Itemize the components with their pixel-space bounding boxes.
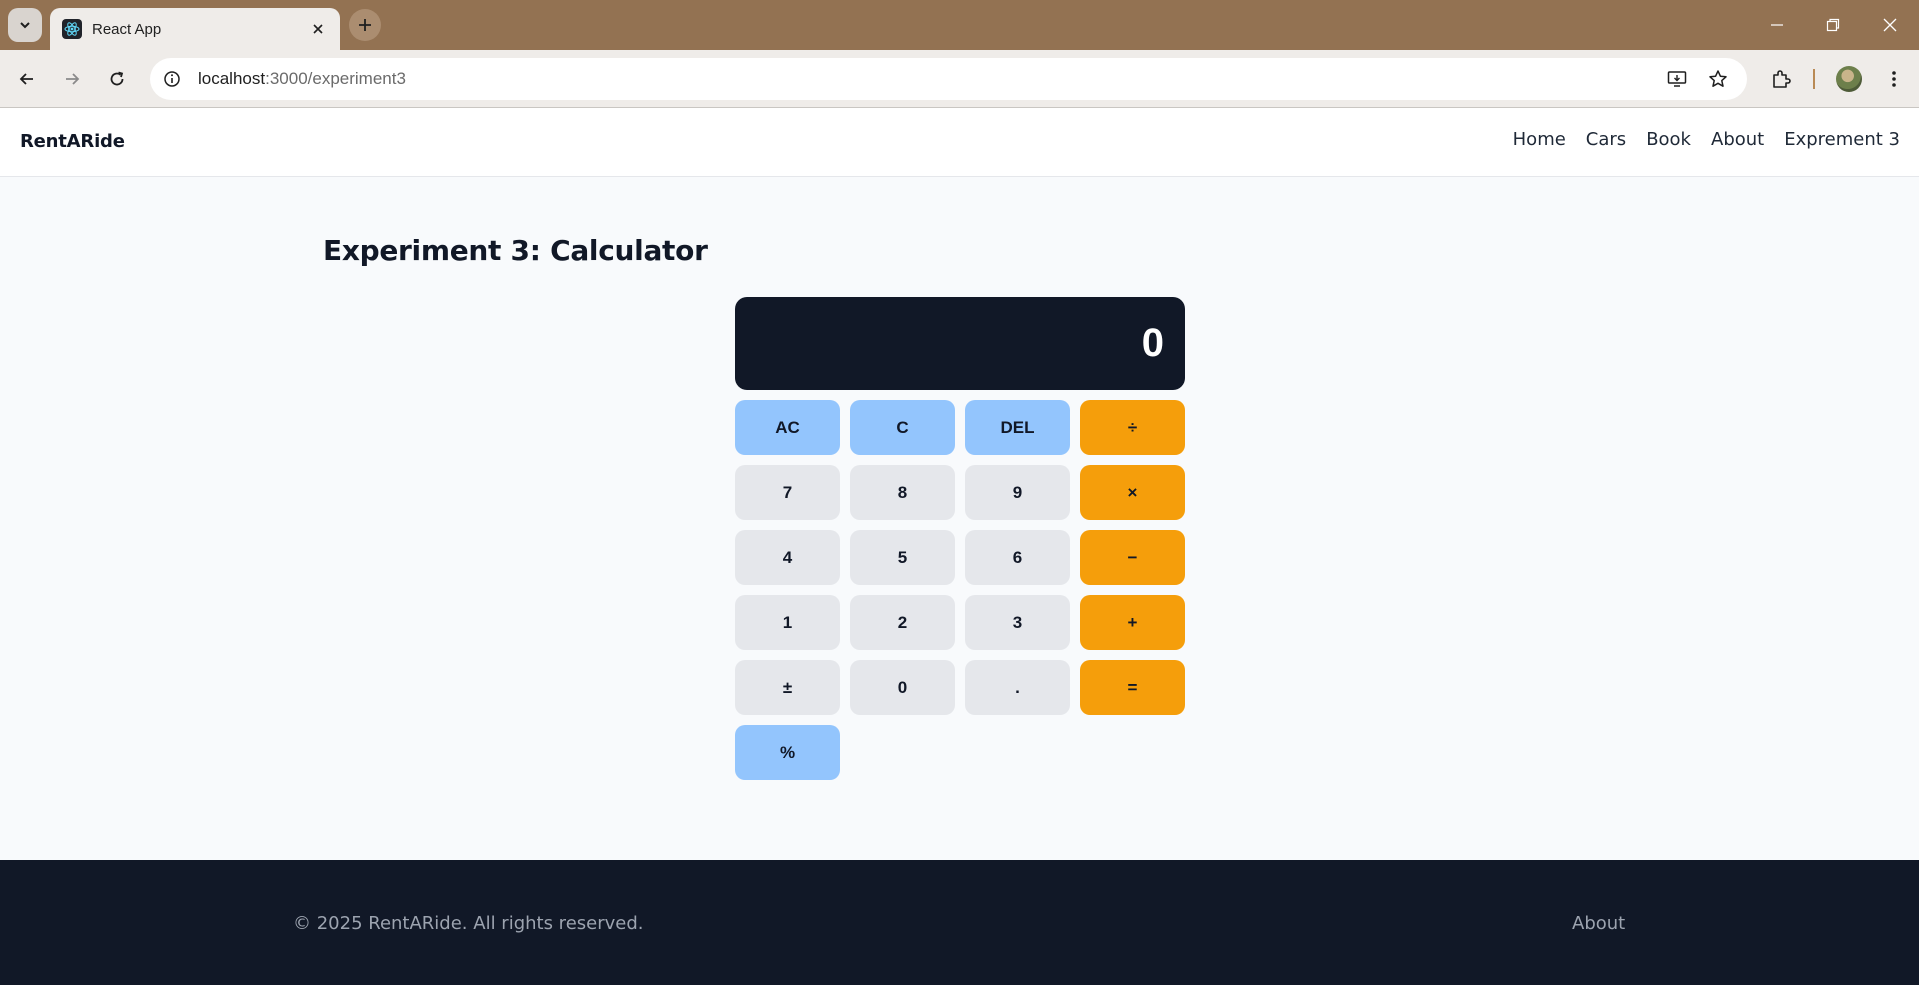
digit-5-button[interactable]: 5 [850,530,955,585]
nav-link-home[interactable]: Home [1513,129,1566,150]
delete-button[interactable]: DEL [965,400,1070,455]
reload-button[interactable] [100,62,134,96]
url-host: localhost [198,69,266,88]
divide-button[interactable]: ÷ [1080,400,1185,455]
main-nav: Home Cars Book About Exprement 3 [1513,129,1900,150]
multiply-button[interactable]: × [1080,465,1185,520]
digit-4-button[interactable]: 4 [735,530,840,585]
toolbar-divider [1813,69,1815,89]
site-info-icon[interactable] [159,66,185,92]
percent-button[interactable]: % [735,725,840,780]
profile-avatar[interactable] [1836,66,1862,92]
equals-button[interactable]: = [1080,660,1185,715]
digit-8-button[interactable]: 8 [850,465,955,520]
url-text: localhost:3000/experiment3 [198,69,406,89]
tab-search-icon [20,22,30,29]
nav-link-cars[interactable]: Cars [1586,129,1626,150]
reload-icon [110,71,124,86]
brand-logo[interactable]: RentARide [20,131,125,152]
digit-6-button[interactable]: 6 [965,530,1070,585]
close-icon [313,24,323,34]
tab-title: React App [92,20,162,38]
calculator-keypad: AC C DEL ÷ 7 8 9 × 4 5 6− 1 2 3 + ±0. =% [735,400,1185,780]
react-favicon-icon [62,19,82,39]
app-header: RentARide Home Cars Book About Exprement… [0,108,1919,177]
forward-button[interactable] [55,62,89,96]
nav-link-about[interactable]: About [1711,129,1764,150]
extensions-icon [1773,70,1791,88]
kebab-menu-icon [1892,71,1896,87]
browser-tabstrip: React App [0,0,1919,50]
footer-link-about[interactable]: About [1572,913,1625,934]
window-close-icon [1883,18,1897,32]
footer-copyright: © 2025 RentARide. All rights reserved. [293,913,644,934]
minimize-button[interactable] [1757,8,1797,42]
calculator-display: 0 [735,297,1185,390]
tab-search-button[interactable] [8,8,42,42]
digit-2-button[interactable]: 2 [850,595,955,650]
digit-3-button[interactable]: 3 [965,595,1070,650]
page-title: Experiment 3: Calculator [323,234,708,267]
digit-7-button[interactable]: 7 [735,465,840,520]
window-close-button[interactable] [1870,8,1910,42]
extensions-button[interactable] [1764,62,1798,96]
back-arrow-icon [19,73,33,85]
restore-icon [1826,18,1840,32]
page-footer: © 2025 RentARide. All rights reserved. A… [0,860,1919,985]
add-button[interactable]: + [1080,595,1185,650]
browser-tab[interactable]: React App [50,8,340,50]
subtract-button[interactable]: − [1080,530,1185,585]
browser-menu-button[interactable] [1877,62,1911,96]
nav-link-experiment-3[interactable]: Exprement 3 [1784,129,1900,150]
star-icon[interactable] [1705,66,1731,92]
back-button[interactable] [10,62,44,96]
address-bar[interactable]: localhost:3000/experiment3 [150,58,1747,100]
calculator: 0 AC C DEL ÷ 7 8 9 × 4 5 6− 1 2 3 + ±0. =% [735,297,1185,780]
tab-close-button[interactable] [308,19,328,39]
url-path: :3000/experiment3 [265,69,406,88]
digit-1-button[interactable]: 1 [735,595,840,650]
forward-arrow-icon [66,73,80,85]
clear-button[interactable]: C [850,400,955,455]
new-tab-button[interactable] [349,9,381,41]
digit-9-button[interactable]: 9 [965,465,1070,520]
decimal-button[interactable]: . [965,660,1070,715]
minimize-icon [1771,24,1783,26]
plus-icon [359,19,371,31]
toggle-sign-button[interactable]: ± [735,660,840,715]
browser-toolbar: localhost:3000/experiment3 [0,50,1919,108]
nav-link-book[interactable]: Book [1646,129,1691,150]
restore-button[interactable] [1813,8,1853,42]
display-value: 0 [1141,321,1164,365]
all-clear-button[interactable]: AC [735,400,840,455]
digit-0-button[interactable]: 0 [850,660,955,715]
install-app-icon[interactable] [1664,66,1690,92]
